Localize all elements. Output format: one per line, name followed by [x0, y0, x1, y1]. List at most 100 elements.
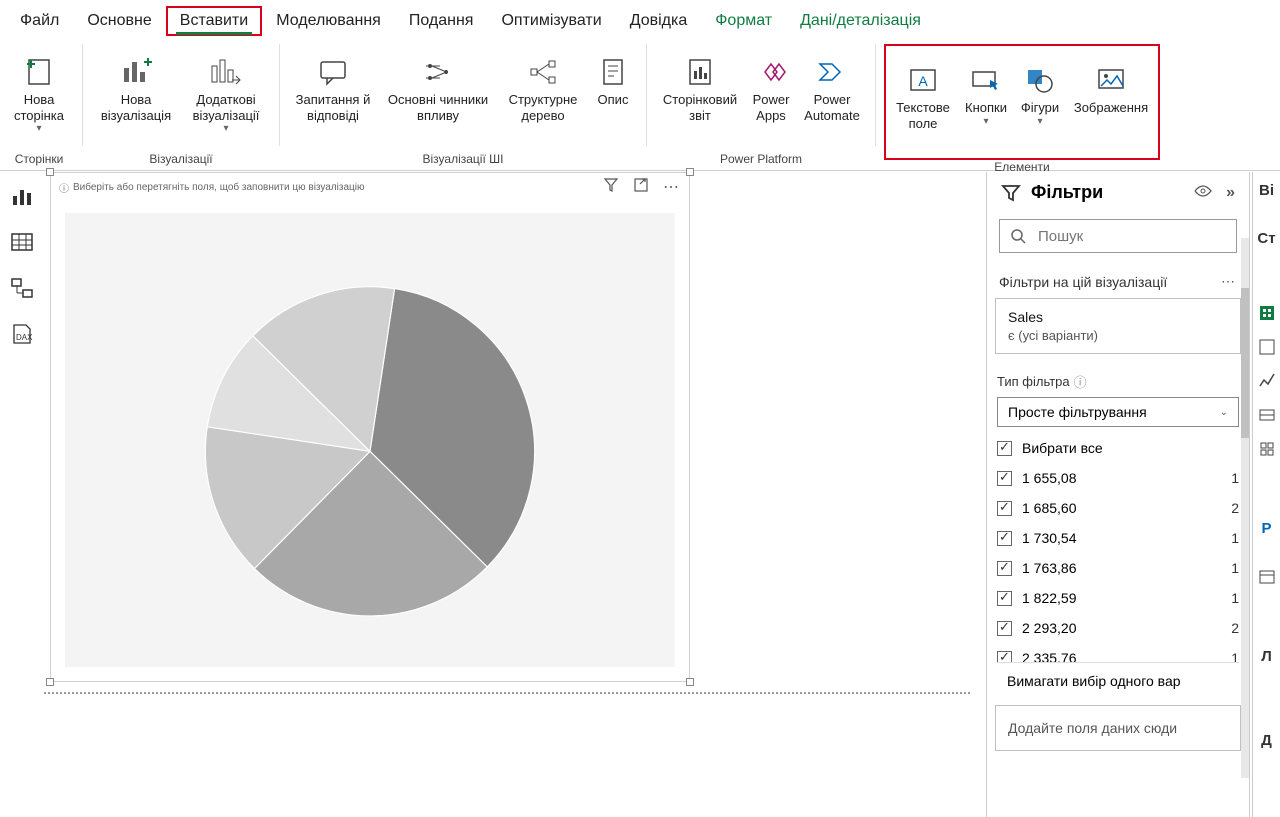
filter-value-row[interactable]: 1 685,602 — [997, 493, 1239, 523]
rail-icon[interactable] — [1258, 440, 1276, 458]
more-options-icon[interactable]: ⋯ — [663, 177, 681, 197]
eye-icon[interactable] — [1194, 184, 1212, 202]
resize-handle[interactable] — [46, 678, 54, 686]
ribbon: Нова сторінка ▾ Сторінки Нова візуалізац… — [0, 36, 1280, 171]
rail-item[interactable]: Д — [1261, 732, 1272, 764]
model-view-icon[interactable] — [10, 276, 34, 300]
rail-item[interactable]: Ст — [1257, 230, 1275, 262]
collapse-icon[interactable]: » — [1226, 184, 1235, 202]
filters-section-label: Фільтри на цій візуалізації — [999, 274, 1167, 290]
rail-icon[interactable] — [1258, 338, 1276, 356]
visual-placeholder-text: Виберіть або перетягніть поля, щоб запов… — [73, 182, 364, 193]
checkbox-icon[interactable] — [997, 531, 1012, 546]
narrative-button[interactable]: Опис — [588, 42, 638, 108]
filter-type-select[interactable]: Просте фільтрування ⌄ — [997, 397, 1239, 427]
focus-mode-icon[interactable] — [633, 177, 649, 197]
checkbox-icon[interactable] — [997, 621, 1012, 636]
new-page-label: Нова сторінка — [14, 92, 64, 123]
tab-format[interactable]: Формат — [701, 6, 786, 36]
vis-pane-toggle[interactable]: Ві — [1259, 182, 1274, 214]
visual-container[interactable]: ⓘ Виберіть або перетягніть поля, щоб зап… — [50, 172, 690, 682]
tab-help[interactable]: Довідка — [616, 6, 702, 36]
report-canvas[interactable]: ⓘ Виберіть або перетягніть поля, щоб зап… — [44, 172, 970, 817]
table-view-icon[interactable] — [10, 230, 34, 254]
tab-file[interactable]: Файл — [6, 6, 73, 36]
textbox-button[interactable]: A Текстове поле — [888, 50, 958, 131]
qna-button[interactable]: Запитання й відповіді — [288, 42, 378, 123]
buttons-label: Кнопки — [965, 100, 1007, 116]
scrollbar[interactable] — [1241, 238, 1249, 778]
filter-value-row[interactable]: 2 293,202 — [997, 613, 1239, 643]
separator — [82, 44, 83, 146]
chevron-down-icon: ▾ — [36, 123, 41, 135]
power-apps-button[interactable]: Power Apps — [745, 42, 797, 123]
filter-value-row[interactable]: 2 335,761 — [997, 643, 1239, 663]
scroll-thumb[interactable] — [1241, 288, 1249, 438]
textbox-icon: A — [907, 60, 939, 100]
resize-handle[interactable] — [686, 168, 694, 176]
filter-card[interactable]: Sales є (усі варіанти) — [995, 298, 1241, 354]
filter-value-label: 1 655,08 — [1022, 470, 1221, 486]
info-icon[interactable]: ⓘ — [1074, 372, 1087, 391]
ribbon-group-pages-label: Сторінки — [15, 152, 64, 170]
add-fields-well[interactable]: Додайте поля даних сюди — [995, 705, 1241, 751]
report-view-icon[interactable] — [10, 184, 34, 208]
rail-item[interactable]: Р — [1261, 520, 1271, 552]
filter-value-row[interactable]: 1 730,541 — [997, 523, 1239, 553]
tab-home[interactable]: Основне — [73, 6, 165, 36]
shapes-button[interactable]: Фігури ▾ — [1014, 50, 1066, 128]
rail-icon[interactable] — [1258, 304, 1276, 322]
filter-value-count: 2 — [1231, 620, 1239, 636]
rail-icon[interactable] — [1258, 568, 1276, 586]
filter-value-row[interactable]: 1 763,861 — [997, 553, 1239, 583]
decomposition-tree-button[interactable]: Структурне дерево — [498, 42, 588, 123]
search-input[interactable] — [1036, 227, 1239, 246]
key-influencers-icon — [422, 52, 454, 92]
checkbox-icon[interactable] — [997, 651, 1012, 664]
filter-value-row[interactable]: 1 822,591 — [997, 583, 1239, 613]
filter-icon[interactable] — [603, 177, 619, 197]
tab-optimize[interactable]: Оптимізувати — [487, 6, 615, 36]
dax-view-icon[interactable]: DAX — [10, 322, 34, 346]
checkbox-icon[interactable] — [997, 471, 1012, 486]
rail-icon[interactable] — [1258, 406, 1276, 424]
tree-icon — [527, 52, 559, 92]
rail-icon[interactable] — [1258, 372, 1276, 390]
checkbox-icon[interactable] — [997, 441, 1012, 456]
filter-value-row[interactable]: 1 655,08 1 — [997, 463, 1239, 493]
select-all-row[interactable]: Вибрати все — [997, 433, 1239, 463]
tab-view[interactable]: Подання — [395, 6, 488, 36]
new-page-icon — [23, 52, 55, 92]
paginated-report-button[interactable]: Сторінковий звіт — [655, 42, 745, 123]
buttons-button[interactable]: Кнопки ▾ — [958, 50, 1014, 128]
key-influencers-button[interactable]: Основні чинники впливу — [378, 42, 498, 123]
tab-modeling[interactable]: Моделювання — [262, 6, 395, 36]
image-button[interactable]: Зображення — [1066, 50, 1156, 116]
resize-handle[interactable] — [686, 678, 694, 686]
document-icon — [600, 52, 626, 92]
filter-value-count: 1 — [1231, 590, 1239, 606]
new-page-button[interactable]: Нова сторінка ▾ — [4, 42, 74, 135]
ribbon-group-ai: Запитання й відповіді Основні чинники вп… — [284, 36, 642, 170]
checkbox-icon[interactable] — [997, 501, 1012, 516]
more-icon[interactable]: ⋯ — [1221, 273, 1237, 290]
ribbon-group-pp-label: Power Platform — [720, 152, 802, 170]
tab-data[interactable]: Дані/деталізація — [786, 6, 935, 36]
checkbox-icon[interactable] — [997, 591, 1012, 606]
require-single-row[interactable]: Вимагати вибір одного вар — [997, 673, 1239, 689]
tab-insert[interactable]: Вставити — [166, 6, 262, 36]
image-label: Зображення — [1074, 100, 1148, 116]
more-visuals-button[interactable]: Додаткові візуалізації ▾ — [181, 42, 271, 135]
separator — [279, 44, 280, 146]
search-box[interactable] — [999, 219, 1237, 253]
filter-value-count: 1 — [1231, 470, 1239, 486]
resize-handle[interactable] — [46, 168, 54, 176]
power-automate-icon — [816, 52, 848, 92]
new-visual-button[interactable]: Нова візуалізація — [91, 42, 181, 123]
svg-text:A: A — [918, 73, 928, 89]
power-automate-button[interactable]: Power Automate — [797, 42, 867, 123]
info-icon: ⓘ — [59, 180, 69, 195]
narrative-label: Опис — [598, 92, 629, 108]
checkbox-icon[interactable] — [997, 561, 1012, 576]
rail-item[interactable]: Л — [1261, 648, 1272, 680]
